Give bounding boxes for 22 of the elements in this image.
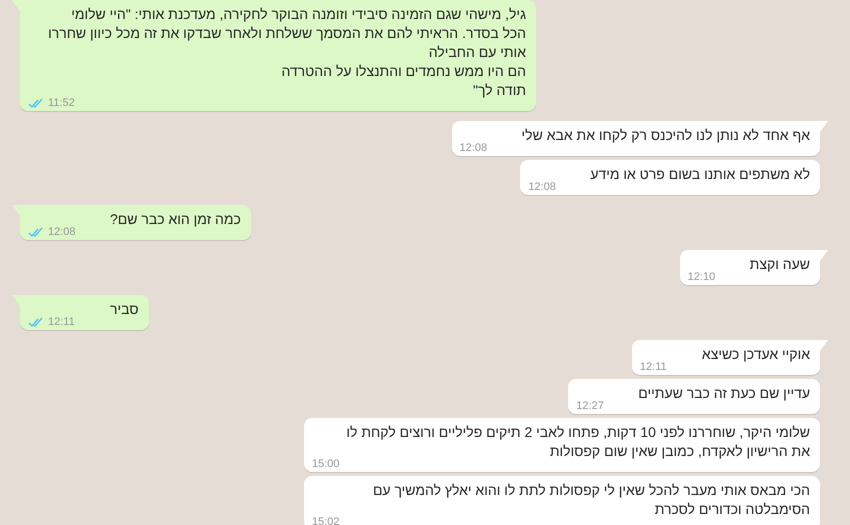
message-text: שעה וקצת bbox=[750, 256, 810, 272]
message-time: 12:08 bbox=[460, 141, 488, 155]
message-time: 12:11 bbox=[48, 315, 75, 329]
message-time: 12:27 bbox=[576, 399, 604, 413]
message-time: 15:00 bbox=[312, 457, 340, 471]
message-time: 12:08 bbox=[48, 225, 76, 239]
message-text: אף אחד לא נותן לנו להיכנס רק לקחו את אבא שלי bbox=[522, 127, 810, 143]
message-text: הכי מבאס אותי מעבר להכל שאין לי קפסולות לתת לו והוא יאלץ להמשיך עם הסימבלטה וכדורים לסכרת bbox=[372, 482, 810, 517]
message-text: הם היו ממש נחמדים והתנצלו על ההטרדה bbox=[281, 63, 526, 79]
message-text: תודה לך" bbox=[473, 82, 526, 98]
message-text: שלומי היקר, שוחררנו לפני 10 דקות, פתחו לאבי 2 תיקים פליליים ורוצים לקחת לו את הרישיון לאקדח, כמובן שאין שום קפסולות bbox=[346, 424, 810, 459]
message-text: אוקיי אעדכן כשיצא bbox=[702, 346, 810, 362]
message-text: כמה זמן הוא כבר שם? bbox=[110, 211, 241, 227]
message-time: 15:02 bbox=[312, 515, 340, 525]
message-text: גיל, מישהי שגם הזמינה סיבידי וזומנה הבוקר לחקירה, מעדכנת אותי: "היי שלומי הכל בסדר. הראיתי להם את המסמך ששלחת ולאחר שבדקו את זה מכל כיוון שחררו אותי עם החבילה bbox=[48, 6, 526, 60]
message-text: עדיין שם כעת זה כבר שעתיים bbox=[638, 385, 810, 401]
message-text: סביר bbox=[110, 301, 139, 317]
message-time: 12:08 bbox=[528, 180, 556, 194]
message-time: 11:52 bbox=[48, 96, 75, 110]
message-time: 12:11 bbox=[640, 360, 667, 374]
message-text: לא משתפים אותנו בשום פרט או מידע bbox=[590, 166, 810, 182]
message-time: 12:10 bbox=[688, 270, 716, 284]
